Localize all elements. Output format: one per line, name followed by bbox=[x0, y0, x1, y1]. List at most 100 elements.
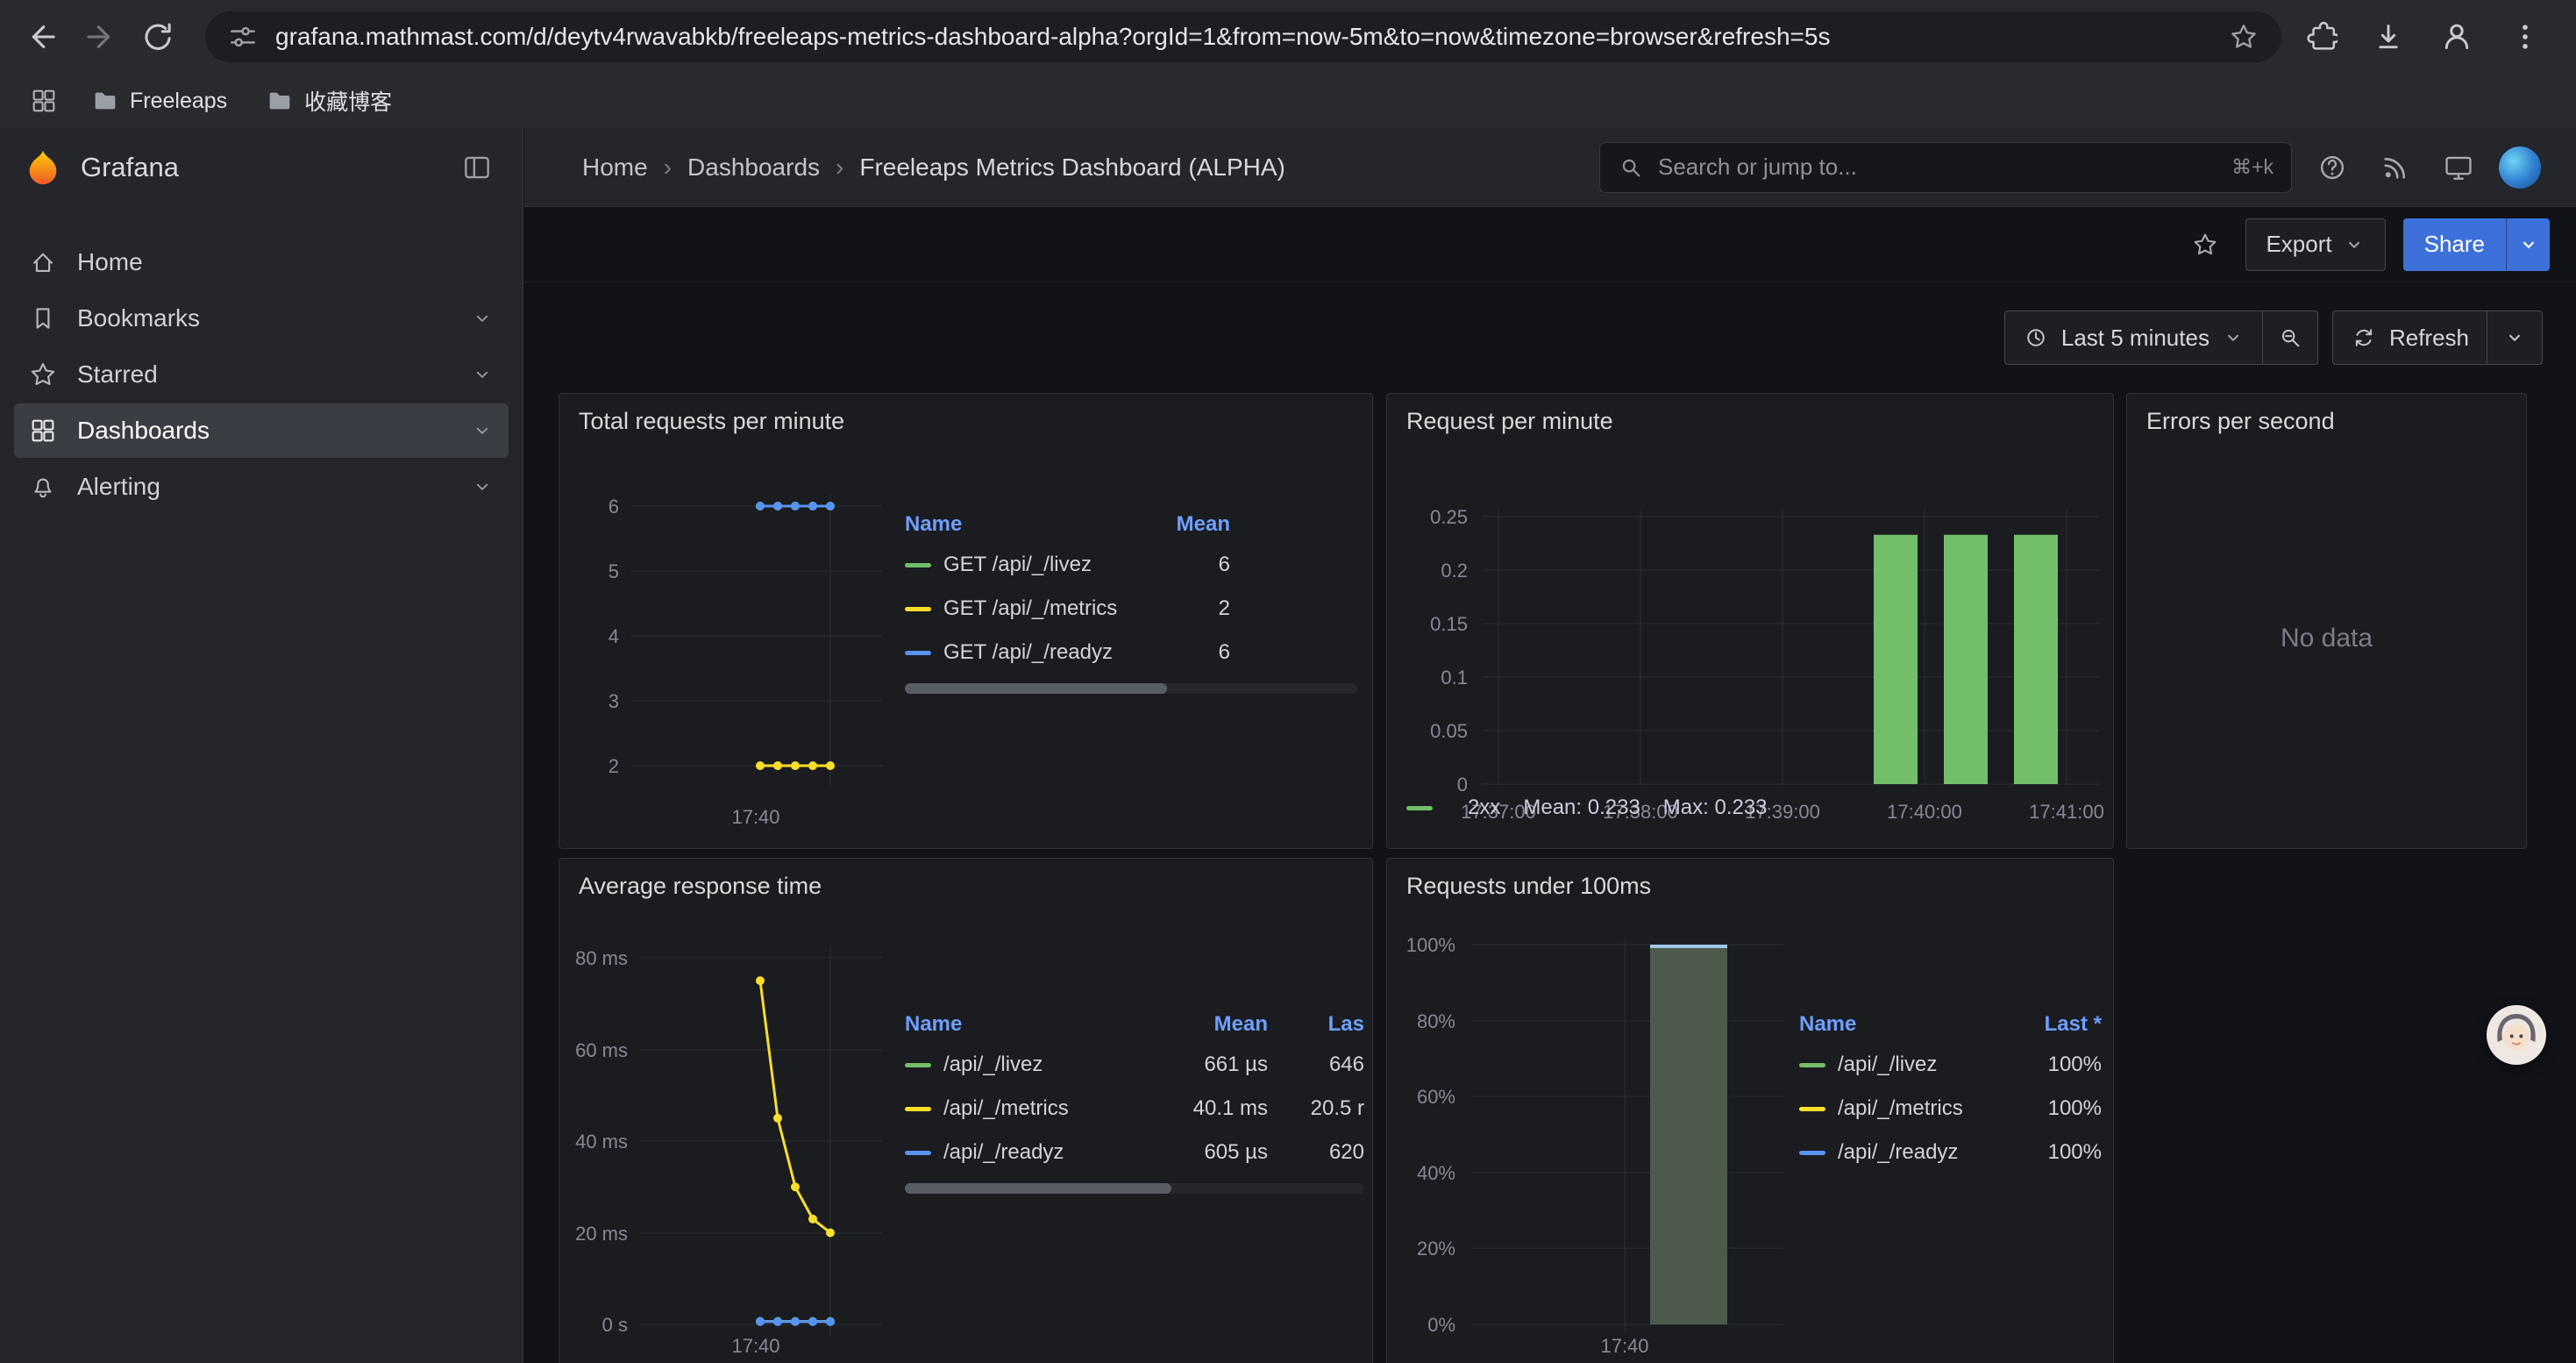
legend-series-name[interactable]: 2xx bbox=[1468, 796, 1500, 820]
legend-header-name[interactable]: Name bbox=[1799, 1012, 2005, 1037]
grafana-logo-icon[interactable] bbox=[23, 147, 63, 188]
user-avatar[interactable] bbox=[2499, 146, 2541, 189]
search-placeholder: Search or jump to... bbox=[1658, 153, 1857, 181]
toolbar-actions bbox=[2295, 12, 2558, 61]
downloads-icon[interactable] bbox=[2364, 12, 2413, 61]
sidebar-item-starred[interactable]: Starred bbox=[14, 347, 509, 402]
panel-title[interactable]: Requests under 100ms bbox=[1406, 873, 1651, 900]
svg-text:17:40: 17:40 bbox=[731, 806, 779, 828]
legend-last-value: 20.5 r bbox=[1268, 1096, 1364, 1121]
sidebar-nav: HomeBookmarksStarredDashboardsAlerting bbox=[0, 235, 523, 514]
svg-text:40 ms: 40 ms bbox=[575, 1131, 628, 1152]
display-monitor-icon[interactable] bbox=[2436, 145, 2481, 190]
svg-text:4: 4 bbox=[608, 625, 619, 647]
legend-row: GET /api/_/livez6 bbox=[905, 543, 1357, 587]
legend-header-mean[interactable]: Mean bbox=[1145, 1012, 1268, 1037]
bookmark-folder[interactable]: 收藏博客 bbox=[253, 80, 404, 122]
total-requests-chart[interactable]: 6543217:40 bbox=[573, 464, 907, 841]
time-picker-group: Last 5 minutes bbox=[2004, 310, 2318, 365]
refresh-interval-dropdown-icon[interactable] bbox=[2487, 311, 2542, 364]
chevron-down-icon[interactable] bbox=[470, 475, 495, 499]
breadcrumb-item[interactable]: Freeleaps Metrics Dashboard (ALPHA) bbox=[859, 153, 1285, 182]
dashboard-actions: Export Share bbox=[524, 207, 2576, 282]
dock-sidebar-icon[interactable] bbox=[454, 145, 500, 190]
chevron-down-icon[interactable] bbox=[470, 362, 495, 387]
legend-scrollbar[interactable] bbox=[905, 683, 1357, 694]
bookmark-label: Freeleaps bbox=[130, 89, 227, 114]
share-button[interactable]: Share bbox=[2403, 218, 2506, 271]
series-color-dash bbox=[905, 651, 931, 655]
legend-series-name[interactable]: /api/_/metrics bbox=[905, 1096, 1145, 1121]
request-per-minute-chart[interactable]: 0.250.20.150.10.05017:37:0017:38:0017:39… bbox=[1398, 473, 2104, 832]
legend-header-mean[interactable]: Mean bbox=[1134, 512, 1230, 537]
extensions-icon[interactable] bbox=[2295, 12, 2345, 61]
legend-series-name[interactable]: /api/_/readyz bbox=[1799, 1140, 2005, 1165]
legend-scrollbar[interactable] bbox=[905, 1183, 1364, 1194]
export-label: Export bbox=[2266, 231, 2331, 258]
refresh-button[interactable]: Refresh bbox=[2333, 311, 2487, 364]
share-dropdown-icon[interactable] bbox=[2506, 218, 2550, 271]
sidebar-item-home[interactable]: Home bbox=[14, 235, 509, 289]
legend-last-value: 100% bbox=[2005, 1053, 2102, 1077]
breadcrumb-item[interactable]: Dashboards bbox=[687, 153, 820, 182]
requests-under-100ms-chart[interactable]: 100%80%60%40%20%0%17:40 bbox=[1387, 929, 1799, 1363]
profile-icon[interactable] bbox=[2432, 12, 2481, 61]
back-icon[interactable] bbox=[18, 12, 67, 61]
series-color-dash bbox=[905, 607, 931, 611]
legend-series-name[interactable]: /api/_/livez bbox=[1799, 1053, 2005, 1077]
export-button[interactable]: Export bbox=[2245, 218, 2385, 271]
star-dashboard-icon[interactable] bbox=[2182, 222, 2228, 268]
menu-kebab-icon[interactable] bbox=[2501, 12, 2550, 61]
reload-icon[interactable] bbox=[133, 12, 182, 61]
app-header: Home›Dashboards›Freeleaps Metrics Dashbo… bbox=[524, 128, 2576, 207]
search-input[interactable]: Search or jump to... ⌘+k bbox=[1599, 142, 2292, 193]
forward-icon[interactable] bbox=[75, 12, 125, 61]
svg-text:80 ms: 80 ms bbox=[575, 947, 628, 969]
breadcrumb-separator: › bbox=[664, 153, 672, 182]
series-color-dash bbox=[1799, 1063, 1825, 1067]
url-bar[interactable]: grafana.mathmast.com/d/deytv4rwavabkb/fr… bbox=[205, 11, 2281, 62]
panel-average-response-time: Average response time 80 ms60 ms40 ms20 … bbox=[559, 858, 1373, 1363]
legend-series-name[interactable]: GET /api/_/livez bbox=[905, 553, 1134, 577]
folder-icon bbox=[91, 87, 119, 115]
site-settings-icon[interactable] bbox=[226, 20, 260, 54]
sidebar-item-bookmarks[interactable]: Bookmarks bbox=[14, 291, 509, 346]
legend-header-last[interactable]: Las bbox=[1268, 1012, 1364, 1037]
panel-legend-table: NameMeanLas/api/_/livez661 µs646/api/_/m… bbox=[905, 1006, 1364, 1194]
svg-text:100%: 100% bbox=[1406, 934, 1455, 956]
panel-title[interactable]: Average response time bbox=[579, 873, 822, 900]
legend-header-name[interactable]: Name bbox=[905, 512, 1134, 537]
panel-title[interactable]: Total requests per minute bbox=[579, 408, 844, 435]
sidebar-item-dashboards[interactable]: Dashboards bbox=[14, 403, 509, 458]
legend-scroll-thumb[interactable] bbox=[905, 683, 1167, 694]
bookmark-folder[interactable]: Freeleaps bbox=[79, 80, 239, 122]
breadcrumb-item[interactable]: Home bbox=[582, 153, 648, 182]
svg-text:0.2: 0.2 bbox=[1441, 560, 1468, 582]
svg-text:0%: 0% bbox=[1427, 1314, 1455, 1336]
legend-series-name[interactable]: GET /api/_/metrics bbox=[905, 596, 1134, 621]
panel-title[interactable]: Request per minute bbox=[1406, 408, 1613, 435]
legend-series-name[interactable]: /api/_/metrics bbox=[1799, 1096, 2005, 1121]
legend-series-name[interactable]: /api/_/readyz bbox=[905, 1140, 1145, 1165]
average-response-time-chart[interactable]: 80 ms60 ms40 ms20 ms0 s17:40 bbox=[573, 929, 907, 1363]
share-split-button: Share bbox=[2403, 218, 2550, 271]
bookmark-star-icon[interactable] bbox=[2227, 20, 2260, 54]
series-color-dash bbox=[1406, 806, 1433, 810]
time-range-picker[interactable]: Last 5 minutes bbox=[2005, 311, 2262, 364]
legend-row: /api/_/livez661 µs646 bbox=[905, 1043, 1364, 1087]
legend-header-name[interactable]: Name bbox=[905, 1012, 1145, 1037]
legend-series-name[interactable]: /api/_/livez bbox=[905, 1053, 1145, 1077]
svg-text:2: 2 bbox=[608, 755, 619, 777]
sidebar-item-alerting[interactable]: Alerting bbox=[14, 460, 509, 514]
zoom-out-icon[interactable] bbox=[2263, 311, 2317, 364]
help-icon[interactable] bbox=[2309, 145, 2355, 190]
news-rss-icon[interactable] bbox=[2373, 145, 2418, 190]
apps-grid-icon[interactable] bbox=[23, 80, 65, 122]
assistant-avatar-button[interactable] bbox=[2487, 1005, 2546, 1065]
legend-series-name[interactable]: GET /api/_/readyz bbox=[905, 640, 1134, 665]
svg-text:0: 0 bbox=[1457, 774, 1468, 796]
chevron-down-icon[interactable] bbox=[470, 418, 495, 443]
chevron-down-icon[interactable] bbox=[470, 306, 495, 331]
legend-header-last[interactable]: Last * bbox=[2005, 1012, 2102, 1037]
legend-scroll-thumb[interactable] bbox=[905, 1183, 1171, 1194]
